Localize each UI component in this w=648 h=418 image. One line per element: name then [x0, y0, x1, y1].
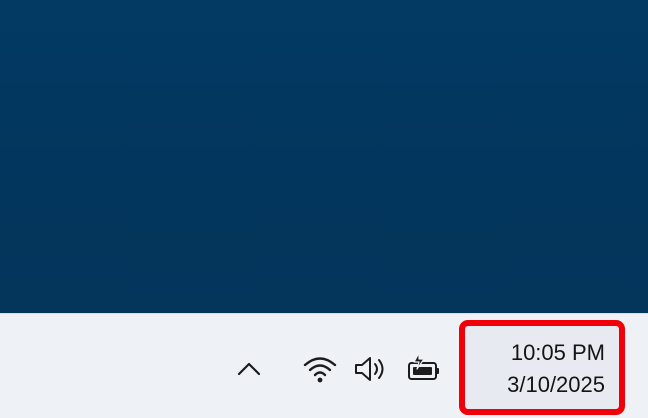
clock-date: 3/10/2025 [507, 372, 605, 397]
desktop-background[interactable] [0, 0, 648, 313]
clock-time: 10:05 PM [510, 340, 605, 365]
battery-button[interactable] [405, 350, 445, 386]
wifi-icon [303, 355, 337, 383]
network-button[interactable] [302, 352, 338, 386]
show-hidden-icons-button[interactable] [232, 354, 266, 384]
battery-charging-icon [406, 352, 444, 384]
volume-icon [353, 354, 391, 384]
volume-button[interactable] [352, 352, 392, 386]
chevron-up-icon [236, 361, 262, 377]
taskbar: 10:05 PM 3/10/2025 [0, 313, 648, 418]
screen: 10:05 PM 3/10/2025 [0, 0, 648, 418]
clock-highlight-box[interactable]: 10:05 PM 3/10/2025 [459, 320, 625, 415]
